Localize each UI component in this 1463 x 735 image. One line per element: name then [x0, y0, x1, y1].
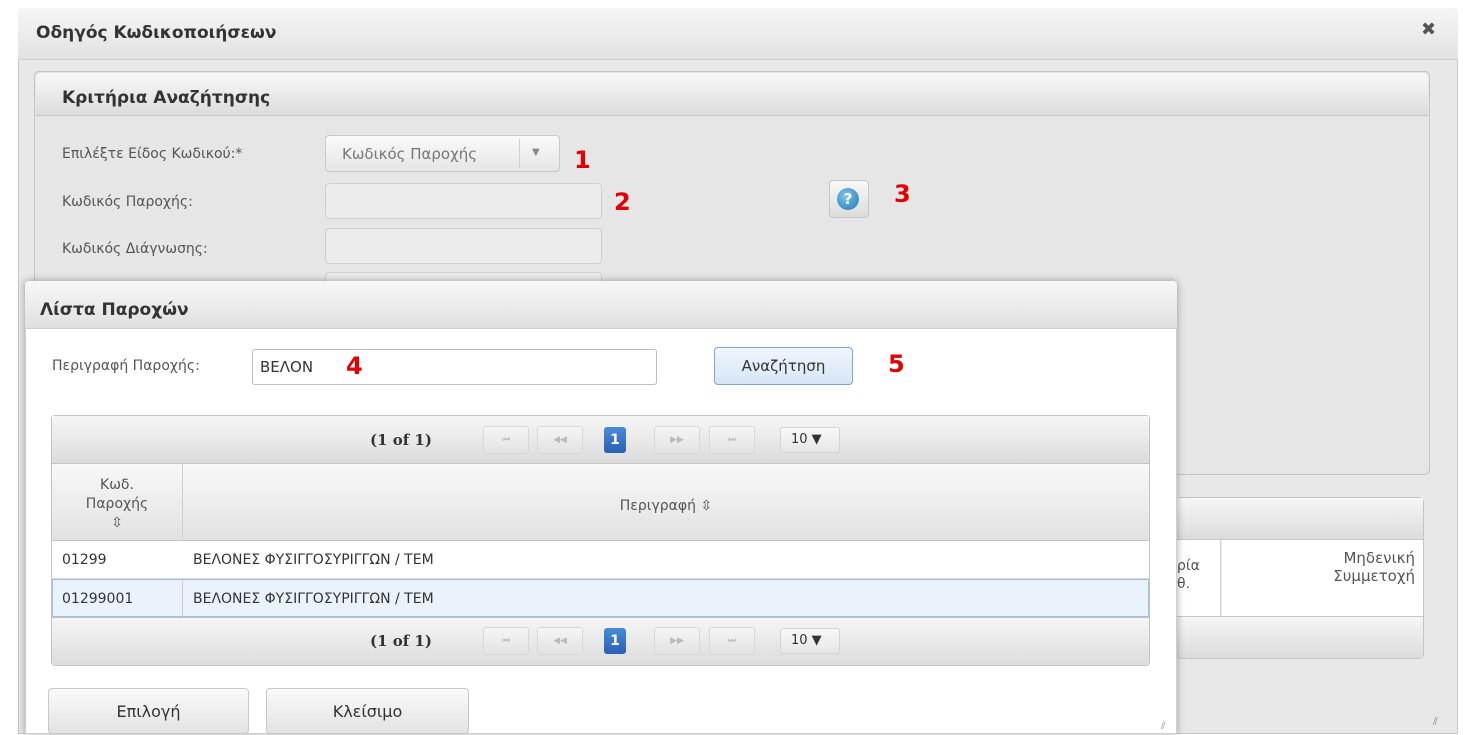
- prev-page-button[interactable]: ◀◀: [537, 426, 583, 454]
- select-button[interactable]: Επιλογή: [48, 688, 249, 734]
- search-button[interactable]: Αναζήτηση: [714, 347, 853, 385]
- paginator-current: (1 of 1): [370, 431, 432, 449]
- annotation-4: 4: [346, 352, 363, 380]
- provision-list-titlebar: [25, 281, 1177, 329]
- help-icon[interactable]: ?: [837, 188, 859, 210]
- column-header-description[interactable]: Περιγραφή ⇳: [183, 498, 1149, 514]
- results-col-a-header: ρία θ.: [1177, 558, 1200, 592]
- page-1-button[interactable]: 1: [604, 628, 626, 654]
- resize-grip-icon[interactable]: ⫽: [1433, 715, 1438, 729]
- annotation-5: 5: [888, 350, 905, 378]
- select-divider: [519, 139, 520, 168]
- column-divider: [182, 580, 183, 617]
- row-code: 01299001: [62, 591, 134, 607]
- code-type-label: Επιλέξτε Είδος Κωδικού:*: [62, 146, 243, 162]
- paginator-top: [52, 416, 1149, 464]
- first-page-button[interactable]: ⏮: [483, 426, 529, 454]
- outer-dialog-title: Οδηγός Κωδικοποιήσεων: [36, 23, 277, 43]
- row-description: ΒΕΛΟΝΕΣ ΦΥΣΙΓΓΟΣΥΡΙΓΓΩΝ / ΤΕΜ: [193, 591, 434, 607]
- results-panel-header: [1177, 498, 1423, 540]
- provision-list-title: Λίστα Παροχών: [40, 300, 189, 320]
- next-page-button[interactable]: ▶▶: [654, 627, 700, 655]
- annotation-1: 1: [574, 146, 591, 174]
- last-page-button[interactable]: ⏭: [709, 627, 755, 655]
- provision-description-label: Περιγραφή Παροχής:: [52, 358, 200, 374]
- row-code: 01299: [62, 552, 107, 568]
- code-type-select-value: Κωδικός Παροχής: [342, 145, 478, 163]
- resize-grip-icon[interactable]: ⫽: [1161, 721, 1165, 732]
- zero-participation-header: Μηδενική Συμμετοχή: [1333, 549, 1415, 585]
- last-page-button[interactable]: ⏭: [709, 426, 755, 454]
- next-page-button[interactable]: ▶▶: [654, 426, 700, 454]
- paginator-current: (1 of 1): [370, 632, 432, 650]
- provision-description-value: ΒΕΛΟΝ: [260, 358, 314, 376]
- results-panel-footer: [1177, 616, 1423, 658]
- first-page-button[interactable]: ⏮: [483, 627, 529, 655]
- column-header-code[interactable]: Κωδ. Παροχής ⇳: [55, 476, 179, 533]
- page-1-button[interactable]: 1: [604, 427, 626, 453]
- diagnosis-code-input[interactable]: [325, 228, 602, 264]
- close-icon[interactable]: ✖: [1421, 19, 1436, 40]
- chevron-down-icon[interactable]: ▼: [532, 147, 540, 158]
- row-description: ΒΕΛΟΝΕΣ ΦΥΣΙΓΓΟΣΥΡΙΓΓΩΝ / ΤΕΜ: [193, 552, 434, 568]
- search-criteria-title: Κριτήρια Αναζήτησης: [62, 88, 271, 108]
- close-button[interactable]: Κλείσιμο: [266, 688, 469, 734]
- rows-per-page-select[interactable]: 10 ▼: [780, 427, 840, 453]
- diagnosis-code-label: Κωδικός Διάγνωσης:: [62, 241, 208, 257]
- provision-code-label: Κωδικός Παροχής:: [62, 194, 193, 210]
- rows-per-page-select[interactable]: 10 ▼: [780, 628, 840, 654]
- provision-code-input[interactable]: [325, 183, 602, 219]
- paginator-bottom: [52, 617, 1149, 665]
- annotation-2: 2: [614, 188, 631, 216]
- annotation-3: 3: [894, 180, 911, 208]
- prev-page-button[interactable]: ◀◀: [537, 627, 583, 655]
